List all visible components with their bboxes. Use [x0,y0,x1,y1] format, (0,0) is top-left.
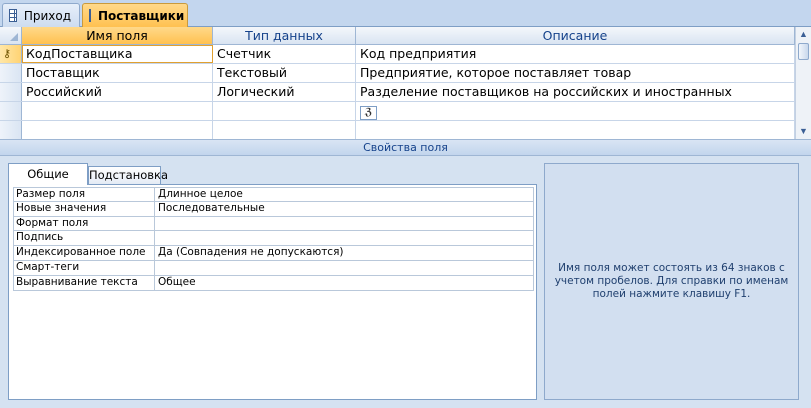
data-type-cell[interactable]: Текстовый [213,64,356,82]
property-label: Новые значения [13,201,155,216]
table-row: Российский Логический Разделение поставщ… [0,83,795,102]
field-name-cell[interactable]: КодПоставщика [22,45,213,63]
help-text: Имя поля может состоять из 64 знаков с у… [554,262,789,300]
property-value[interactable]: Длинное целое [155,188,534,201]
row-selector[interactable] [0,102,22,120]
arrow-down-icon[interactable]: ▼ [796,124,811,139]
data-type-cell[interactable] [213,121,356,139]
tab-prikhod[interactable]: Приход [2,3,80,27]
property-value[interactable]: Да (Совпадения не допускаются) [155,246,534,260]
property-value[interactable]: Общее [155,275,534,290]
help-panel: Имя поля может состоять из 64 знаков с у… [544,163,799,400]
grid-rows: ⚷ КодПоставщика Счетчик Код предприятия … [0,45,795,140]
row-selector[interactable] [0,64,22,82]
primary-key-icon: ⚷ [3,48,12,60]
description-cell[interactable] [356,121,795,139]
column-header-data-type[interactable]: Тип данных [213,27,356,44]
property-row: Подпись [13,231,534,247]
data-type-cell[interactable]: Счетчик [213,45,356,63]
field-name-cell[interactable] [22,121,213,139]
document-tabs: Приход Поставщики [0,0,811,27]
builder-icon[interactable]: ℨ [360,106,377,120]
tab-label: Приход [23,8,71,23]
tab-label: Поставщики [98,8,185,23]
description-cell[interactable]: Предприятие, которое поставляет товар [356,64,795,82]
property-row: Смарт-теги [13,260,534,276]
general-properties-panel: Размер поля Длинное целое Новые значения… [8,184,537,400]
property-row: Выравнивание текста Общее [13,275,534,291]
table-row: ℨ [0,102,795,121]
row-selector[interactable] [0,83,22,101]
row-selector[interactable] [0,121,22,139]
data-type-cell[interactable] [213,102,356,120]
property-value[interactable] [155,231,534,246]
property-label: Выравнивание текста [13,275,155,290]
column-header-description[interactable]: Описание [356,27,795,44]
field-name-cell[interactable]: Поставщик [22,64,213,82]
field-properties-title: Свойства поля [0,139,811,156]
property-label: Индексированное поле [13,246,155,260]
vertical-scrollbar[interactable]: ▲ ▼ [795,27,811,139]
row-selector[interactable]: ⚷ [0,45,22,63]
property-value[interactable]: Последовательные [155,201,534,216]
table-icon [89,9,91,22]
arrow-up-icon[interactable]: ▲ [796,27,811,42]
table-icon [9,9,17,22]
tab-postavshchiki[interactable]: Поставщики [82,3,188,27]
field-name-cell[interactable] [22,102,213,120]
table-row: Поставщик Текстовый Предприятие, которое… [0,64,795,83]
field-properties-area: Общие Подстановка Размер поля Длинное це… [0,156,811,408]
tab-lookup[interactable]: Подстановка [88,166,168,184]
property-value[interactable] [155,216,534,231]
property-row: Формат поля [13,216,534,232]
data-type-cell[interactable]: Логический [213,83,356,101]
property-label: Размер поля [13,188,155,201]
description-cell[interactable]: Код предприятия [356,45,795,63]
properties-table: Размер поля Длинное целое Новые значения… [13,187,534,291]
property-row: Новые значения Последовательные [13,201,534,217]
property-row: Размер поля Длинное целое [13,187,534,202]
table-row [0,121,795,140]
property-label: Формат поля [13,216,155,231]
column-header-field-name[interactable]: Имя поля [22,27,213,44]
field-name-cell[interactable]: Российский [22,83,213,101]
property-label: Подпись [13,231,155,246]
property-row: Индексированное поле Да (Совпадения не д… [13,246,534,261]
table-row: ⚷ КодПоставщика Счетчик Код предприятия [0,45,795,64]
field-design-grid: Имя поля Тип данных Описание ⚷ КодПостав… [0,27,811,140]
description-cell[interactable]: Разделение поставщиков на российских и и… [356,83,795,101]
grid-header: Имя поля Тип данных Описание [0,27,795,45]
property-label: Смарт-теги [13,260,155,275]
tab-general[interactable]: Общие [8,163,88,185]
scroll-thumb[interactable] [798,43,809,60]
description-cell[interactable]: ℨ [356,102,795,120]
property-value[interactable] [155,260,534,275]
select-all-corner[interactable] [0,27,22,44]
